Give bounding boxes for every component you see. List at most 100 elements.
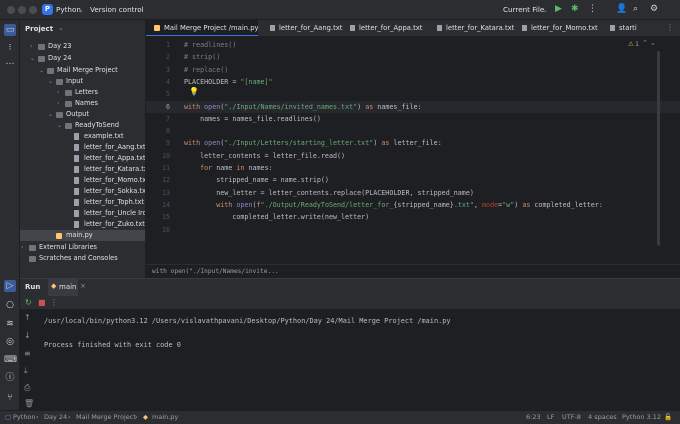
chevron-down-icon[interactable]: ⌄ bbox=[30, 53, 36, 64]
tree-item[interactable]: letter_for_Zuko.txt bbox=[20, 219, 145, 230]
trash-icon[interactable]: 🗑 bbox=[24, 399, 34, 408]
tree-item[interactable]: › External Libraries bbox=[20, 242, 145, 253]
editor-tab[interactable]: Mail Merge Project /main.py bbox=[146, 20, 259, 36]
statusbar-crumb-file[interactable]: main.py bbox=[152, 411, 178, 424]
statusbar-crumb-project[interactable]: Python bbox=[13, 411, 36, 424]
tree-item[interactable]: letter_for_Katara.txt bbox=[20, 164, 145, 175]
lock-icon[interactable]: 🔓 bbox=[664, 411, 672, 424]
tree-item[interactable]: ⌄ ReadyToSend bbox=[20, 120, 145, 131]
close-icon[interactable]: × bbox=[80, 282, 86, 290]
print-icon[interactable]: ⎙ bbox=[24, 383, 30, 393]
account-icon[interactable]: 👤 bbox=[616, 4, 627, 15]
arrow-down-icon[interactable]: ↓ bbox=[24, 331, 31, 340]
tree-item[interactable]: letter_for_Toph.txt bbox=[20, 197, 145, 208]
chevron-down-icon[interactable]: ⌄ bbox=[57, 120, 63, 131]
code-line[interactable]: 2 # strip() bbox=[146, 51, 680, 63]
indent-setting[interactable]: 4 spaces bbox=[588, 411, 617, 424]
tree-item[interactable]: ⌄ Day 24 bbox=[20, 53, 145, 64]
code-line[interactable]: 6 with open("./Input/Names/invited_names.… bbox=[146, 100, 680, 113]
arrow-up-icon[interactable]: ↑ bbox=[24, 313, 31, 322]
code-editor[interactable]: ⚠ 1 ⌃ ⌄ 💡 1 # readlines() 2 # strip() 3 # rep… bbox=[146, 37, 680, 264]
code-line[interactable]: 8 bbox=[146, 125, 680, 137]
editor-tab[interactable]: letter_for_Momo.txt bbox=[514, 20, 602, 36]
code-line[interactable]: 12 stripped_name = name.strip() bbox=[146, 174, 680, 186]
tree-item[interactable]: › Letters bbox=[20, 87, 145, 98]
stop-icon[interactable]: ■ bbox=[38, 298, 46, 307]
scroll-to-end-icon[interactable]: ⤓ bbox=[24, 366, 28, 376]
tree-item[interactable]: ⌄ Input bbox=[20, 76, 145, 87]
code-line[interactable]: 7 names = names_file.readlines() bbox=[146, 113, 680, 125]
chevron-right-icon[interactable]: › bbox=[21, 242, 27, 253]
chevron-down-icon[interactable]: ⌄ bbox=[48, 76, 54, 87]
tree-item[interactable]: letter_for_Aang.txt bbox=[20, 142, 145, 153]
tree-item[interactable]: letter_for_Momo.txt bbox=[20, 175, 145, 186]
code-line[interactable]: 3 # replace() bbox=[146, 64, 680, 76]
tree-item[interactable]: main.py bbox=[20, 230, 145, 241]
editor-breadcrumb[interactable]: with open("./Input/Names/invite... bbox=[146, 264, 680, 278]
git-icon[interactable]: ⑂ bbox=[4, 392, 16, 404]
tree-item[interactable]: ⌄ Mail Merge Project bbox=[20, 65, 145, 76]
tree-item[interactable]: example.txt bbox=[20, 131, 145, 142]
chevron-down-icon[interactable]: ⌄ bbox=[48, 109, 54, 120]
layers-icon[interactable]: ≋ bbox=[4, 318, 16, 330]
tree-item[interactable]: › Day 23 bbox=[20, 41, 145, 52]
code-line[interactable]: 13 new_letter = letter_contents.replace(… bbox=[146, 187, 680, 199]
code-line[interactable]: 1 # readlines() bbox=[146, 39, 680, 51]
more-tools-icon[interactable]: … bbox=[4, 56, 16, 68]
file-encoding[interactable]: UTF-8 bbox=[562, 411, 581, 424]
debug-icon[interactable]: ✱ bbox=[571, 4, 579, 15]
chevron-down-icon[interactable]: ⌄ bbox=[137, 5, 143, 14]
chevron-right-icon[interactable]: › bbox=[30, 41, 36, 52]
python-packages-icon[interactable]: ⎔ bbox=[4, 300, 16, 312]
tree-item[interactable]: › Names bbox=[20, 98, 145, 109]
line-separator[interactable]: LF bbox=[547, 411, 554, 424]
zoom-window-icon[interactable] bbox=[29, 6, 37, 14]
tree-item[interactable]: letter_for_Uncle Iroh.txt bbox=[20, 208, 145, 219]
problems-icon[interactable]: ⓘ bbox=[4, 372, 16, 384]
settings-gear-icon[interactable]: ⚙ bbox=[650, 4, 658, 15]
code-line[interactable]: 9 with open("./Input/Letters/starting_let… bbox=[146, 137, 680, 149]
chevron-right-icon[interactable]: › bbox=[57, 98, 63, 109]
run-icon[interactable]: ▶ bbox=[555, 4, 562, 15]
run-config-label[interactable]: main bbox=[59, 283, 77, 291]
editor-tab[interactable]: letter_for_Aang.txt bbox=[262, 20, 342, 36]
project-panel-title[interactable]: Project bbox=[25, 25, 53, 33]
editor-tab[interactable]: letter_for_Appa.txt bbox=[342, 20, 429, 36]
run-config-label[interactable]: Current File bbox=[503, 5, 544, 14]
code-line[interactable]: 14 with open(f"./Output/ReadyToSend/lett… bbox=[146, 199, 680, 211]
minimize-window-icon[interactable] bbox=[18, 6, 26, 14]
run-tab-label[interactable]: Run bbox=[25, 283, 40, 291]
chevron-down-icon[interactable]: ⌄ bbox=[39, 65, 45, 76]
tree-item[interactable]: Scratches and Consoles bbox=[20, 253, 145, 264]
editor-scrollbar[interactable] bbox=[657, 51, 660, 246]
python-interpreter[interactable]: Python 3.12 bbox=[622, 411, 661, 424]
code-line[interactable]: 4 PLACEHOLDER = "[name]" bbox=[146, 76, 680, 88]
chevron-down-icon[interactable]: ⌄ bbox=[542, 5, 548, 14]
soft-wrap-icon[interactable]: ≡ bbox=[24, 349, 31, 358]
statusbar-crumb-folder[interactable]: Day 24 bbox=[44, 411, 67, 424]
code-line[interactable]: 10 letter_contents = letter_file.read() bbox=[146, 150, 680, 162]
structure-icon[interactable]: ⁝ bbox=[4, 42, 16, 54]
code-line[interactable]: 15 completed_letter.write(new_letter) bbox=[146, 211, 680, 223]
close-window-icon[interactable] bbox=[7, 6, 15, 14]
editor-tab[interactable]: letter_for_Katara.txt bbox=[429, 20, 514, 36]
chevron-down-icon[interactable]: ⌄ bbox=[78, 5, 84, 14]
search-icon[interactable]: ⌕ bbox=[633, 4, 638, 15]
run-tool-icon[interactable]: ▷ bbox=[4, 280, 16, 292]
terminal-icon[interactable]: ⌨ bbox=[4, 354, 17, 366]
services-icon[interactable]: ◎ bbox=[4, 336, 16, 348]
project-folder-icon[interactable]: ▭ bbox=[4, 24, 16, 36]
tree-item[interactable]: ⌄ Output bbox=[20, 109, 145, 120]
tab-overflow-icon[interactable]: ⋮ bbox=[666, 23, 674, 32]
chevron-right-icon[interactable]: › bbox=[57, 87, 63, 98]
statusbar-crumb-subfolder[interactable]: Mail Merge Project bbox=[76, 411, 136, 424]
rerun-icon[interactable]: ↻ bbox=[25, 298, 32, 307]
tree-item[interactable]: letter_for_Appa.txt bbox=[20, 153, 145, 164]
code-line[interactable]: 11 for name in names: bbox=[146, 162, 680, 174]
vcs-label[interactable]: Version control bbox=[90, 5, 144, 14]
more-icon[interactable]: ⋮ bbox=[50, 298, 58, 307]
code-line[interactable]: 5 bbox=[146, 88, 680, 100]
tree-item[interactable]: letter_for_Sokka.txt bbox=[20, 186, 145, 197]
caret-position[interactable]: 6:23 bbox=[526, 411, 541, 424]
more-icon[interactable]: ⋮ bbox=[588, 4, 597, 15]
